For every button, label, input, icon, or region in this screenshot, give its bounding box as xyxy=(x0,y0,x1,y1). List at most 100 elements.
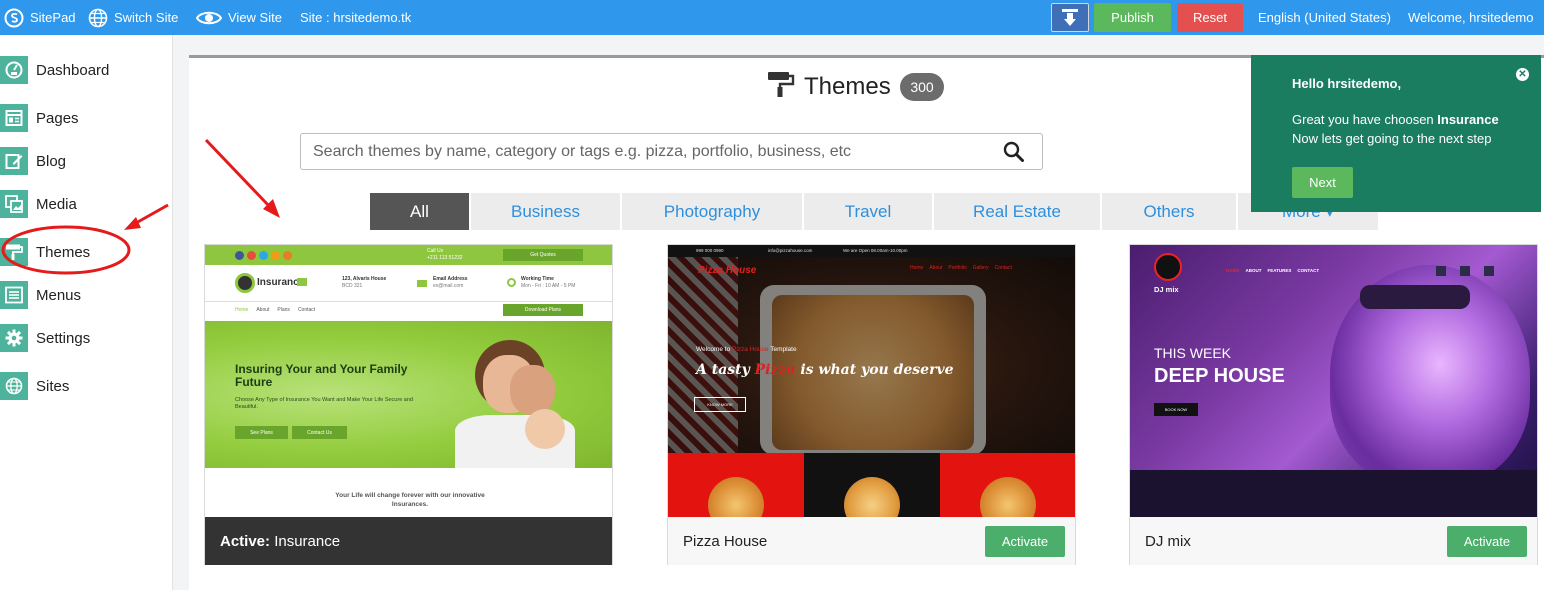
sidebar-item-blog[interactable]: Blog xyxy=(0,145,66,177)
tab-business[interactable]: Business xyxy=(471,193,620,230)
thumb-nav-item: CONTACT xyxy=(1297,268,1320,273)
blog-icon xyxy=(0,147,28,175)
tab-others[interactable]: Others xyxy=(1102,193,1236,230)
site-label: Site : hrsitedemo.tk xyxy=(300,10,412,25)
thumb-nav-item: Portfolio xyxy=(948,265,967,271)
download-arrow-icon xyxy=(1061,8,1079,28)
theme-preview-insurance: Call Us +211 113 51232 Get Quotes Insura… xyxy=(205,245,612,517)
globe-icon xyxy=(0,372,28,400)
thumb-welcome-brand: Pizza House xyxy=(732,346,769,353)
thumb-line1: THIS WEEK xyxy=(1154,345,1232,361)
thumb-tagline: Your Life will change forever with our i… xyxy=(335,492,485,508)
sidebar-item-label: Blog xyxy=(36,152,67,170)
active-theme-name: Insurance xyxy=(274,532,341,550)
thumb-headline-a: A tasty xyxy=(696,362,755,378)
thumb-address: 123, Alvaris House xyxy=(342,276,387,282)
tab-all[interactable]: All xyxy=(370,193,469,230)
activate-button[interactable]: Activate xyxy=(1447,526,1527,557)
thumb-phone: 999 000 0990 xyxy=(696,248,724,253)
thumb-hours: We are Open 08.00am-10.00pm xyxy=(843,248,908,253)
thumb-nav-item: Contact xyxy=(297,307,316,313)
thumb-headline-c: is what you deserve xyxy=(795,362,954,378)
theme-preview-pizza-house: 999 000 0990 info@pizzahouse.com We are … xyxy=(668,245,1075,517)
popup-greeting: Hello hrsitedemo, xyxy=(1292,76,1402,91)
paint-roller-icon xyxy=(0,238,28,266)
thumb-email-sub: ex@mail.com xyxy=(433,283,464,289)
publish-button[interactable]: Publish xyxy=(1094,3,1171,32)
top-bar: SitePad Switch Site View Site Site : hrs… xyxy=(0,0,1544,35)
thumb-email: info@pizzahouse.com xyxy=(768,248,813,253)
thumb-nav-item: Home xyxy=(910,265,924,271)
theme-card-insurance[interactable]: Call Us +211 113 51232 Get Quotes Insura… xyxy=(204,244,613,565)
thumb-call-label: Call Us xyxy=(427,248,444,254)
themes-count-badge: 300 xyxy=(900,73,944,101)
theme-search-box[interactable] xyxy=(300,133,1043,170)
mail-icon xyxy=(417,280,427,287)
thumb-address-sub: BCD 321 xyxy=(342,283,363,289)
undo-button[interactable] xyxy=(1051,3,1089,32)
popup-line1: Great you have choosen Insurance xyxy=(1292,112,1499,127)
pages-icon xyxy=(0,104,28,132)
thumb-headline: A tasty Pizza is what you deserve xyxy=(696,362,954,378)
thumb-know-more: KNOW MORE xyxy=(694,397,746,412)
sidebar-item-themes[interactable]: Themes xyxy=(0,236,90,268)
theme-name: DJ mix xyxy=(1145,532,1191,550)
thumb-line2: DEEP HOUSE xyxy=(1154,365,1285,387)
theme-name: Active: Insurance xyxy=(220,517,340,565)
popup-line1-bold: Insurance xyxy=(1437,112,1499,127)
sidebar-item-menus[interactable]: Menus xyxy=(0,279,81,311)
thumb-social-icons xyxy=(1436,266,1494,276)
thumb-nav-item: Home xyxy=(235,307,249,313)
sidebar-item-sites[interactable]: Sites xyxy=(0,370,69,402)
close-icon[interactable]: ✕ xyxy=(1516,68,1529,81)
view-site-link[interactable]: View Site xyxy=(196,0,282,35)
tab-photography[interactable]: Photography xyxy=(622,193,802,230)
page-title: Themes xyxy=(767,71,891,102)
thumb-time-sub: Mon - Fri : 10 AM - 5 PM xyxy=(521,283,576,289)
sidebar-item-dashboard[interactable]: Dashboard xyxy=(0,54,109,86)
sidebar-item-label: Settings xyxy=(36,329,91,347)
thumb-email: Email Address xyxy=(433,276,468,282)
view-site-label: View Site xyxy=(228,10,282,25)
sidebar-item-label: Media xyxy=(36,195,77,213)
sidebar-item-label: Dashboard xyxy=(36,61,110,79)
next-button[interactable]: Next xyxy=(1292,167,1353,198)
theme-card-footer: DJ mix Activate xyxy=(1130,517,1537,565)
tab-travel[interactable]: Travel xyxy=(804,193,932,230)
reset-button[interactable]: Reset xyxy=(1177,3,1243,32)
brand-link[interactable]: SitePad xyxy=(4,0,76,35)
thumb-book-now: BOOK NOW xyxy=(1154,403,1198,416)
thumb-contact-us: Contact Us xyxy=(292,426,347,439)
sidebar-item-label: Themes xyxy=(36,243,91,261)
popup-line2: Now lets get going to the next step xyxy=(1292,131,1492,146)
switch-site-link[interactable]: Switch Site xyxy=(88,0,178,35)
thumb-time: Working Time xyxy=(521,276,554,282)
welcome-user[interactable]: Welcome, hrsitedemo xyxy=(1408,0,1533,35)
thumb-logo: Pizza House xyxy=(698,265,757,276)
thumb-nav-item: ABOUT xyxy=(1245,268,1262,273)
page-title-text: Themes xyxy=(804,73,891,100)
thumb-welcome-prefix: Welcome to xyxy=(696,346,733,353)
thumb-see-plans: See Plans xyxy=(235,426,288,439)
search-input[interactable] xyxy=(313,134,993,169)
sidebar-item-settings[interactable]: Settings xyxy=(0,322,90,354)
home-icon xyxy=(297,278,307,286)
thumb-nav: Home About Portfolio Gallery Contact xyxy=(910,265,1012,271)
social-icons xyxy=(235,251,292,260)
language-selector[interactable]: English (United States) xyxy=(1258,0,1391,35)
tab-real-estate[interactable]: Real Estate xyxy=(934,193,1100,230)
family-photo xyxy=(455,335,575,468)
theme-name: Pizza House xyxy=(683,532,768,550)
activate-button[interactable]: Activate xyxy=(985,526,1065,557)
theme-card-pizza-house[interactable]: 999 000 0990 info@pizzahouse.com We are … xyxy=(667,244,1076,565)
sidebar-item-pages[interactable]: Pages xyxy=(0,102,79,134)
thumb-nav-item: About xyxy=(256,307,270,313)
vr-headset xyxy=(1360,285,1470,309)
sidebar-item-media[interactable]: Media xyxy=(0,188,77,220)
theme-card-dj-mix[interactable]: DJ mix HOME ABOUT FEATURES CONTACT THIS … xyxy=(1129,244,1538,565)
globe-icon xyxy=(88,8,108,28)
search-icon[interactable] xyxy=(1003,141,1024,167)
clock-icon xyxy=(507,278,516,287)
thumb-welcome: Welcome to Pizza House Template xyxy=(696,346,797,353)
theme-card-footer: Pizza House Activate xyxy=(668,517,1075,565)
